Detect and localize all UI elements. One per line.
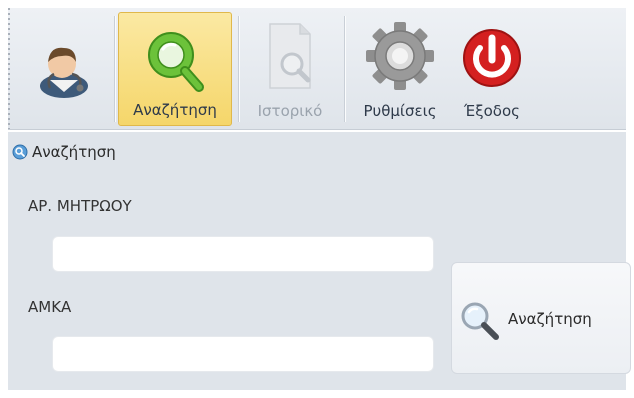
gear-icon xyxy=(350,14,450,98)
toolbar-settings-button[interactable]: Ρυθμίσεις xyxy=(350,12,450,126)
toolbar-history-button[interactable]: Ιστορικό xyxy=(242,12,338,126)
search-icon xyxy=(12,144,28,164)
search-button[interactable]: Αναζήτηση xyxy=(451,262,631,374)
toolbar-exit-button[interactable]: Έξοδος xyxy=(452,12,532,126)
toolbar-exit-label: Έξοδος xyxy=(464,102,520,120)
toolbar-search-button[interactable]: Αναζήτηση xyxy=(118,12,232,126)
registry-number-label: ΑΡ. ΜΗΤΡΩΟΥ xyxy=(28,197,132,215)
registry-number-input[interactable] xyxy=(52,236,434,272)
toolbar-separator xyxy=(344,16,345,122)
doctor-avatar-icon xyxy=(20,14,108,98)
toolbar-settings-label: Ρυθμίσεις xyxy=(363,102,437,120)
toolbar-separator xyxy=(114,16,115,122)
doctor-avatar-button[interactable] xyxy=(20,12,108,126)
toolbar-separator xyxy=(238,16,239,122)
amka-label: ΑΜΚΑ xyxy=(28,298,72,316)
toolbar-search-label: Αναζήτηση xyxy=(133,101,217,119)
panel-title: Αναζήτηση xyxy=(32,143,116,161)
toolbar-history-label: Ιστορικό xyxy=(257,102,323,120)
search-form: ΑΡ. ΜΗΤΡΩΟΥ ΑΜΚΑ Αναζήτηση xyxy=(8,170,631,390)
ribbon-toolbar: Αναζήτηση Ιστορικό Ρυθμίσεις Έξοδος xyxy=(8,8,626,130)
magnifier-icon xyxy=(458,299,502,347)
search-button-label: Αναζήτηση xyxy=(508,310,592,328)
history-icon xyxy=(242,14,338,98)
amka-input[interactable] xyxy=(52,336,434,372)
search-panel-header: Αναζήτηση xyxy=(8,132,626,170)
power-icon xyxy=(452,14,532,98)
search-icon xyxy=(119,15,231,99)
doctor-avatar-label xyxy=(20,102,108,124)
